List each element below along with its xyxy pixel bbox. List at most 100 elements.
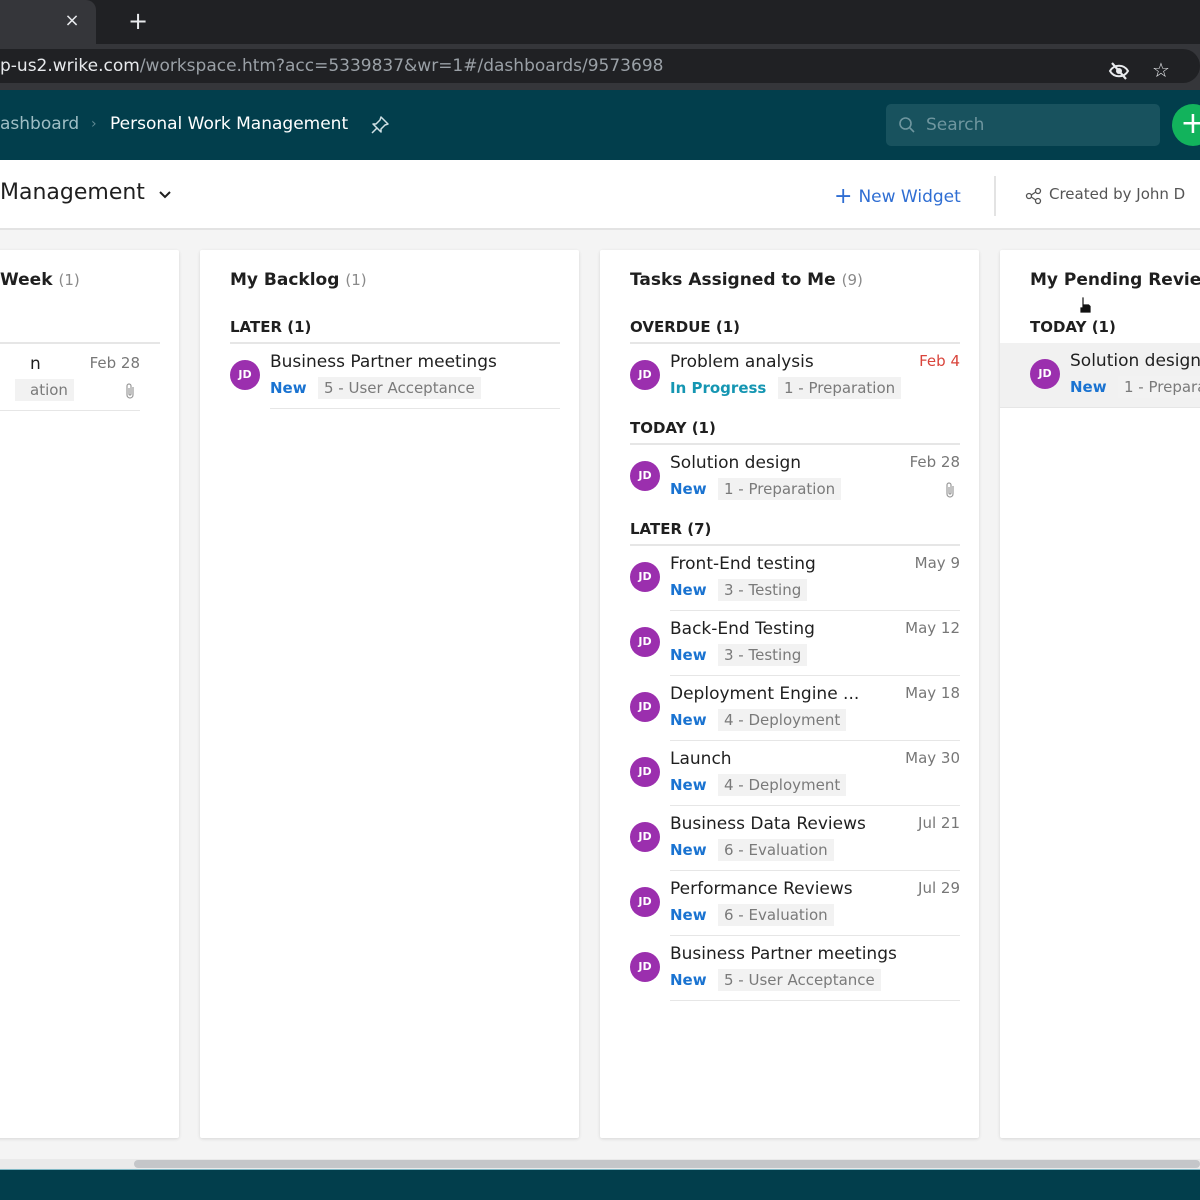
created-by-label[interactable]: Created by John D — [1049, 185, 1185, 203]
task-stage-badge: 5 - User Acceptance — [318, 377, 481, 399]
avatar[interactable]: JD — [630, 562, 660, 592]
task-due-date: May 9 — [914, 554, 960, 572]
task-due-date: Feb 28 — [909, 453, 960, 471]
widget-title[interactable]: Tasks Assigned to Me (9) — [630, 270, 863, 290]
task-status[interactable]: New — [270, 379, 307, 397]
task-name[interactable]: Launch — [670, 749, 732, 769]
new-tab-button[interactable]: + — [126, 9, 150, 33]
task-row[interactable]: JD Back-End Testing New 3 - Testing May … — [630, 611, 960, 676]
avatar[interactable]: JD — [230, 360, 260, 390]
task-status[interactable]: New — [670, 906, 707, 924]
widget-title[interactable]: My Pending Revie — [1030, 270, 1200, 290]
group-label: LATER (7) — [630, 520, 712, 538]
task-status[interactable]: New — [670, 776, 707, 794]
create-new-button[interactable]: + — [1172, 104, 1200, 146]
search-icon — [899, 117, 915, 133]
chevron-down-icon[interactable] — [156, 186, 174, 204]
task-status[interactable]: New — [670, 711, 707, 729]
task-name[interactable]: Back-End Testing — [670, 619, 815, 639]
widget-title-text: Tasks Assigned to Me — [630, 270, 836, 290]
search-input[interactable] — [926, 113, 1146, 137]
avatar[interactable]: JD — [630, 952, 660, 982]
task-stage-badge: 4 - Deployment — [718, 774, 847, 796]
task-name[interactable]: Business Data Reviews — [670, 814, 866, 834]
group-header-overdue: OVERDUE (1) — [630, 318, 960, 344]
widget-count: (1) — [58, 271, 80, 289]
avatar[interactable]: JD — [630, 887, 660, 917]
task-due-date: May 18 — [905, 684, 960, 702]
group-header-today: TODAY (1) — [1030, 318, 1200, 342]
task-name[interactable]: Business Partner meetings — [270, 352, 497, 372]
widget-title[interactable]: My Backlog (1) — [230, 270, 367, 290]
plus-icon: + — [834, 184, 853, 209]
breadcrumb-dashboard[interactable]: ashboard — [0, 114, 79, 134]
group-header-later: LATER (1) — [230, 318, 560, 344]
avatar[interactable]: JD — [630, 461, 660, 491]
task-stage-badge: 3 - Testing — [718, 644, 808, 666]
task-row[interactable]: JD Front-End testing New 3 - Testing May… — [630, 546, 960, 611]
avatar[interactable]: JD — [630, 822, 660, 852]
share-icon[interactable] — [1025, 187, 1043, 205]
avatar[interactable]: JD — [630, 692, 660, 722]
task-stage-badge: 3 - Testing — [718, 579, 808, 601]
widget-title-text: My Pending Revie — [1030, 270, 1200, 290]
url-text[interactable]: p-us2.wrike.com/workspace.htm?acc=533983… — [0, 56, 663, 76]
task-row[interactable]: JD Business Partner meetings New 5 - Use… — [630, 936, 960, 1001]
widget-count: (9) — [841, 271, 863, 289]
avatar[interactable]: JD — [630, 627, 660, 657]
task-row[interactable]: JD Business Partner meetings New 5 - Use… — [230, 344, 560, 409]
new-widget-button[interactable]: + New Widget — [834, 183, 961, 209]
bookmark-star-icon[interactable]: ☆ — [1150, 59, 1172, 81]
task-stage-badge: 4 - Deployment — [718, 709, 847, 731]
url-path: /workspace.htm?acc=5339837&wr=1#/dashboa… — [139, 56, 664, 76]
widget-tasks-assigned-to-me: Tasks Assigned to Me (9) OVERDUE (1) JD P… — [600, 250, 979, 1138]
task-row[interactable]: JD Solution design New 1 - Preparation F… — [630, 445, 960, 510]
task-row[interactable]: JD Business Data Reviews New 6 - Evaluat… — [630, 806, 960, 871]
task-stage-badge: ation — [15, 379, 74, 401]
avatar[interactable]: JD — [1030, 359, 1060, 389]
task-stage-badge: 1 - Preparation — [718, 478, 842, 500]
avatar[interactable]: JD — [630, 757, 660, 787]
task-row[interactable]: JD Performance Reviews New 6 - Evaluatio… — [630, 871, 960, 936]
search-box[interactable] — [886, 104, 1160, 146]
task-status[interactable]: New — [670, 480, 707, 498]
task-row[interactable]: JD Launch New 4 - Deployment May 30 — [630, 741, 960, 806]
task-status[interactable]: New — [670, 581, 707, 599]
task-row[interactable]: JD Deployment Engine ... New 4 - Deploym… — [630, 676, 960, 741]
tracking-protection-eye-off-icon[interactable] — [1108, 61, 1130, 81]
browser-tab[interactable]: × — [0, 0, 96, 44]
task-name[interactable]: Business Partner meetings — [670, 944, 897, 964]
task-name[interactable]: n — [30, 354, 41, 374]
task-status[interactable]: New — [670, 971, 707, 989]
task-status[interactable]: New — [670, 841, 707, 859]
dashboard-title[interactable]: Management — [0, 180, 145, 205]
widget-title[interactable]: Week (1) — [0, 270, 80, 290]
task-due-date: May 30 — [905, 749, 960, 767]
task-status[interactable]: New — [1070, 378, 1107, 396]
task-status[interactable]: In Progress — [670, 379, 766, 397]
task-name[interactable]: Solution design — [1070, 351, 1200, 371]
close-tab-icon[interactable]: × — [62, 10, 82, 32]
task-name[interactable]: Problem analysis — [670, 352, 814, 372]
attachment-paperclip-icon — [126, 383, 134, 399]
task-name[interactable]: Deployment Engine ... — [670, 684, 859, 704]
hand-cursor-icon — [1079, 296, 1092, 314]
task-row[interactable]: JD Problem analysis In Progress 1 - Prep… — [630, 344, 960, 409]
task-status[interactable]: New — [670, 646, 707, 664]
scrollbar-thumb[interactable] — [134, 1160, 1200, 1168]
widget-my-backlog: My Backlog (1) LATER (1) JD Business Part… — [200, 250, 579, 1138]
task-name[interactable]: Front-End testing — [670, 554, 816, 574]
address-bar[interactable]: p-us2.wrike.com/workspace.htm?acc=533983… — [0, 49, 1200, 83]
avatar[interactable]: JD — [630, 360, 660, 390]
group-label: LATER (1) — [230, 318, 312, 336]
task-due-date: May 12 — [905, 619, 960, 637]
task-row[interactable]: n ation Feb 28 — [0, 346, 160, 411]
attachment-paperclip-icon — [946, 482, 954, 498]
horizontal-scrollbar[interactable] — [0, 1159, 1200, 1169]
divider — [994, 176, 996, 216]
task-row[interactable]: JD Solution design New 1 - Prepara — [1000, 343, 1200, 408]
pin-icon[interactable] — [370, 115, 390, 135]
task-name[interactable]: Performance Reviews — [670, 879, 853, 899]
task-name[interactable]: Solution design — [670, 453, 801, 473]
browser-toolbar: p-us2.wrike.com/workspace.htm?acc=533983… — [0, 44, 1200, 90]
